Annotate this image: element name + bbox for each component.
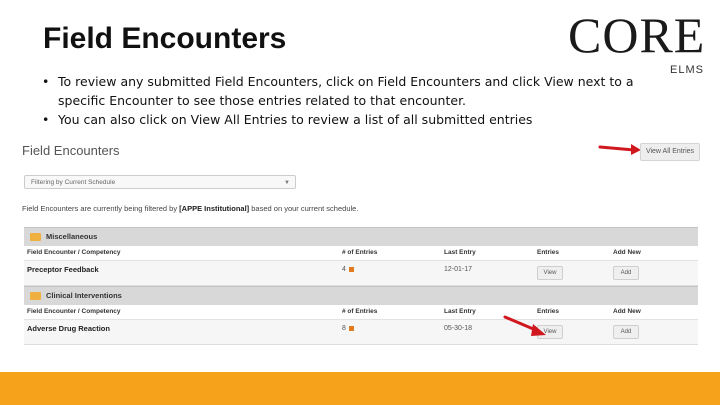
table-row: Preceptor Feedback 4 12-01-17 View Add (24, 261, 698, 286)
logo-subtext: ELMS (670, 64, 704, 76)
arrow-to-view-button-icon (503, 315, 546, 336)
view-button[interactable]: View (537, 266, 563, 280)
filter-selected-value: Filtering by Current Schedule (31, 179, 116, 186)
column-header: Entries (537, 249, 560, 256)
schedule-filter-select[interactable]: Filtering by Current Schedule ▼ (24, 175, 296, 189)
table-header-row: Field Encounter / Competency # of Entrie… (24, 305, 698, 320)
view-all-entries-button[interactable]: View All Entries (640, 143, 700, 161)
category-row[interactable]: Miscellaneous (24, 227, 698, 246)
bullet-text: To review any submitted Field Encounters… (58, 74, 634, 108)
logo-wordmark: CORE (568, 7, 706, 63)
entries-flag-icon (348, 325, 354, 331)
table-header-row: Field Encounter / Competency # of Entrie… (24, 246, 698, 261)
column-header: Add New (613, 308, 641, 315)
entry-count-value: 4 (342, 266, 346, 273)
entry-count: 8 (342, 320, 354, 338)
column-header: # of Entries (342, 249, 378, 256)
bullet-item: • To review any submitted Field Encounter… (42, 72, 662, 110)
entry-count-value: 8 (342, 325, 346, 332)
bullet-item: • You can also click on View All Entries … (42, 110, 662, 129)
app-screenshot: Field Encounters View All Entries Filter… (20, 137, 702, 349)
arrow-to-view-all-icon (598, 144, 641, 155)
encounters-table: Miscellaneous Field Encounter / Competen… (24, 227, 698, 345)
column-header: # of Entries (342, 308, 378, 315)
bullet-list: • To review any submitted Field Encounter… (42, 72, 662, 129)
category-label: Miscellaneous (46, 232, 98, 241)
bullet-dot-icon: • (42, 74, 50, 89)
column-header: Last Entry (444, 249, 476, 256)
filter-note-suffix: based on your current schedule. (249, 204, 359, 213)
column-header: Field Encounter / Competency (27, 308, 121, 315)
chevron-down-icon: ▼ (284, 180, 290, 186)
filter-note: Field Encounters are currently being fil… (22, 204, 358, 213)
entries-flag-icon (348, 266, 354, 272)
folder-icon (30, 292, 41, 300)
slide-title: Field Encounters (43, 22, 287, 55)
column-header: Field Encounter / Competency (27, 249, 121, 256)
bullet-dot-icon: • (42, 112, 50, 127)
add-button[interactable]: Add (613, 325, 639, 339)
bullet-text: You can also click on View All Entries t… (58, 112, 533, 127)
filter-note-schedule: [APPE Institutional] (179, 204, 250, 213)
filter-note-prefix: Field Encounters are currently being fil… (22, 204, 180, 213)
table-row: Adverse Drug Reaction 8 05-30-18 View Ad… (24, 320, 698, 345)
encounter-name: Adverse Drug Reaction (27, 324, 110, 333)
last-entry-date: 12-01-17 (444, 266, 473, 273)
entry-count: 4 (342, 261, 354, 279)
column-header: Add New (613, 249, 641, 256)
category-row[interactable]: Clinical Interventions (24, 286, 698, 305)
core-elms-logo: CORE ELMS (568, 10, 710, 78)
app-page-title: Field Encounters (22, 143, 120, 158)
last-entry-date: 05-30-18 (444, 325, 473, 332)
encounter-name: Preceptor Feedback (27, 265, 99, 274)
folder-icon (30, 233, 41, 241)
footer-accent-bar (0, 372, 720, 405)
category-label: Clinical Interventions (46, 291, 122, 300)
column-header: Last Entry (444, 308, 476, 315)
add-button[interactable]: Add (613, 266, 639, 280)
